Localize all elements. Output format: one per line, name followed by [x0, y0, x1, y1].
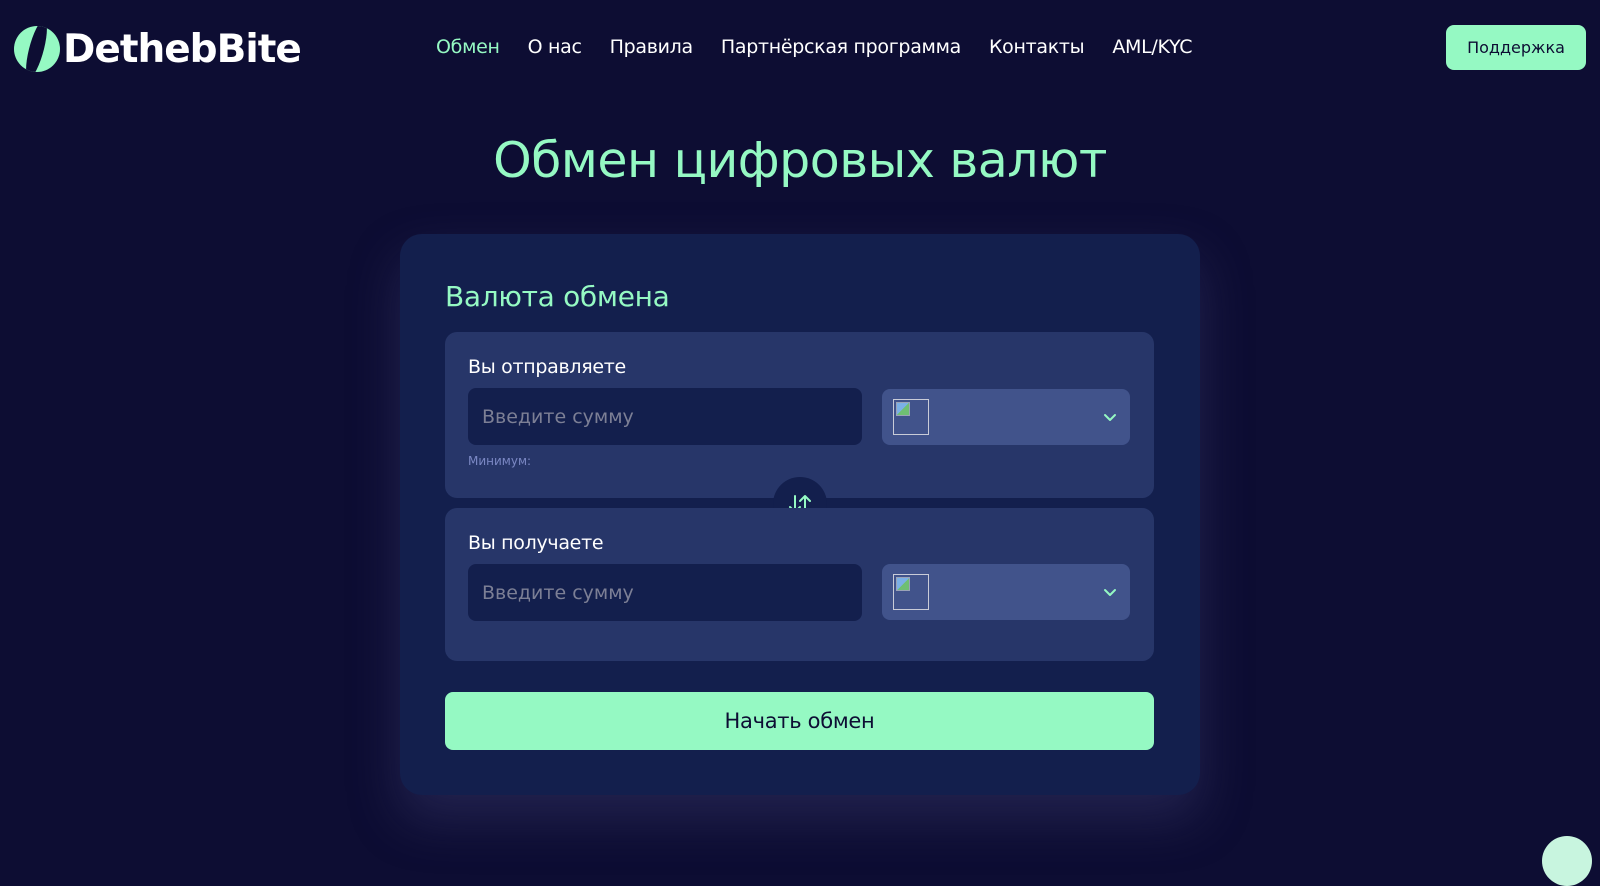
chevron-down-icon: [1104, 414, 1116, 421]
nav-item-rules[interactable]: Правила: [610, 36, 694, 58]
nav-item-partner-program[interactable]: Партнёрская программа: [721, 36, 961, 58]
send-label: Вы отправляете: [468, 356, 626, 378]
send-panel: Вы отправляете Минимум:: [445, 332, 1154, 498]
receive-amount-input[interactable]: [468, 564, 862, 621]
chat-widget-button[interactable]: [1542, 836, 1592, 886]
logo[interactable]: DethebBite: [14, 24, 302, 74]
send-currency-broken-image-icon: [893, 399, 929, 435]
nav-item-aml-kyc[interactable]: AML/KYC: [1112, 36, 1192, 58]
main-nav: Обмен О нас Правила Партнёрская программ…: [436, 36, 1220, 58]
send-amount-input[interactable]: [468, 388, 862, 445]
chevron-down-icon: [1104, 589, 1116, 596]
support-button[interactable]: Поддержка: [1446, 25, 1586, 70]
nav-item-about[interactable]: О нас: [528, 36, 582, 58]
receive-label: Вы получаете: [468, 532, 604, 554]
logo-text: DethebBite: [63, 26, 302, 72]
page-title: Обмен цифровых валют: [493, 132, 1107, 189]
receive-panel: Вы получаете: [445, 508, 1154, 661]
nav-item-exchange[interactable]: Обмен: [436, 36, 500, 58]
exchange-card-title: Валюта обмена: [445, 280, 670, 313]
receive-currency-broken-image-icon: [893, 574, 929, 610]
nav-item-contacts[interactable]: Контакты: [989, 36, 1085, 58]
send-currency-select[interactable]: [882, 389, 1130, 445]
minimum-label: Минимум:: [468, 454, 532, 468]
exchange-card: Валюта обмена Вы отправляете Минимум: Вы…: [400, 234, 1200, 795]
site-header: DethebBite Обмен О нас Правила Партнёрск…: [0, 0, 1600, 100]
receive-currency-select[interactable]: [882, 564, 1130, 620]
start-exchange-button[interactable]: Начать обмен: [445, 692, 1154, 750]
logo-icon: [14, 26, 60, 72]
